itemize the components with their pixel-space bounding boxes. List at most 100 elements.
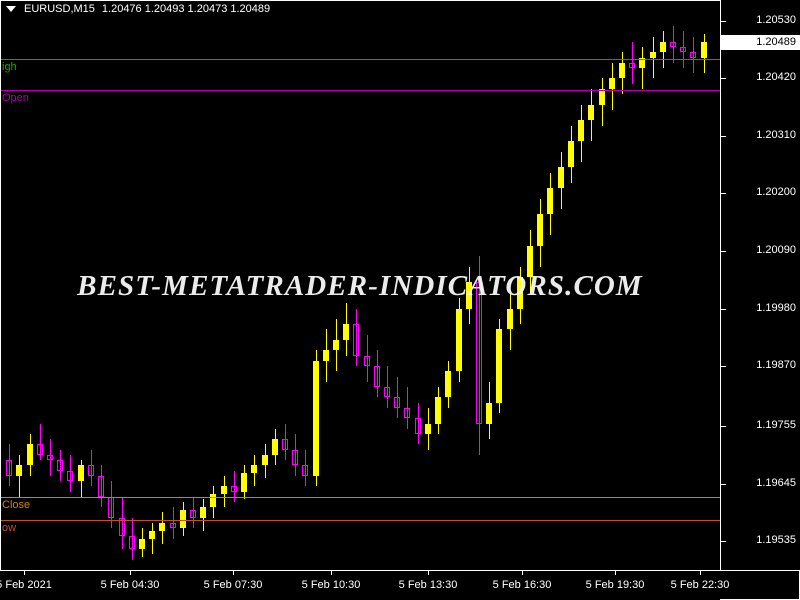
candle-body [313, 360, 319, 476]
candle-body [588, 104, 594, 121]
time-tick-label: 5 Feb 22:30 [670, 579, 730, 591]
candle-body [333, 339, 339, 351]
price-tick-label: 1.19755 [756, 419, 796, 431]
time-tick-mark [130, 571, 131, 575]
candle-body [16, 465, 22, 476]
candle-body [37, 444, 43, 455]
time-tick-mark [233, 571, 234, 575]
price-tick-label: 1.20310 [756, 129, 796, 141]
time-tick-mark [24, 571, 25, 575]
candle-body [27, 444, 33, 466]
price-tick-mark [721, 136, 726, 137]
level-line-close[interactable] [0, 497, 720, 498]
candle-body [425, 423, 431, 435]
candle-body [445, 371, 451, 398]
candle-body [139, 538, 145, 550]
time-tick-label: 5 Feb 07:30 [203, 579, 263, 591]
candle-body [98, 475, 104, 497]
time-tick-label: 5 Feb 13:30 [398, 579, 458, 591]
symbol-period-label: EURUSD,M15 [24, 3, 95, 15]
candle-body [415, 418, 421, 435]
candle-body [456, 308, 462, 372]
candle-body [374, 366, 380, 387]
candle-body [568, 141, 574, 168]
candle-body [517, 277, 523, 309]
chart-header: EURUSD,M15 1.20476 1.20493 1.20473 1.204… [6, 3, 270, 15]
candle-body [629, 62, 635, 68]
candle-body [88, 465, 94, 476]
frame-top [0, 0, 800, 1]
level-line-open[interactable] [0, 90, 720, 91]
candle-body [435, 397, 441, 424]
level-label-close: Close [2, 499, 31, 511]
candle-body [527, 245, 533, 278]
triangle-down-icon[interactable] [6, 6, 16, 12]
time-scale[interactable]: 5 Feb 2021 5 Feb 04:30 5 Feb 07:30 5 Feb 10… [0, 571, 729, 600]
candle-wick [19, 454, 20, 497]
candle-body [67, 470, 73, 482]
candle-body [507, 308, 513, 330]
candle-body [486, 402, 492, 424]
candle-wick [653, 36, 654, 79]
price-tick-label: 1.20530 [756, 14, 796, 26]
time-tick-mark [331, 571, 332, 575]
price-tick-label: 1.19645 [756, 477, 796, 489]
price-tick-label: 1.19870 [756, 359, 796, 371]
candle-body [701, 42, 707, 58]
level-label-high: igh [2, 61, 17, 73]
candle-body [384, 386, 390, 398]
candle-body [47, 454, 53, 461]
candle-body [129, 536, 135, 550]
time-tick-mark [522, 571, 523, 575]
candle-body [578, 120, 584, 142]
frame-left [0, 0, 1, 600]
candle-body [404, 407, 410, 419]
candle-body [537, 214, 543, 246]
price-tick-mark [721, 484, 726, 485]
candle-body [78, 465, 84, 482]
candle-body [180, 509, 186, 529]
candle-body [251, 465, 257, 474]
candle-body [282, 439, 288, 450]
candle-body [599, 88, 605, 105]
candle-body [343, 324, 349, 340]
price-chart-plot-area[interactable]: igh Open Close ow BEST-METATRADER-INDICATOR… [0, 0, 720, 570]
time-tick-label: 5 Feb 19:30 [585, 579, 645, 591]
candle-body [57, 460, 63, 471]
candle-body [496, 329, 502, 403]
candle-body [558, 167, 564, 189]
candle-body [660, 41, 666, 53]
price-tick-mark [721, 366, 726, 367]
price-tick-mark [721, 309, 726, 310]
time-tick-mark [700, 571, 701, 575]
price-tick-mark [721, 426, 726, 427]
candle-body [190, 509, 196, 518]
candle-body [159, 522, 165, 531]
candle-body [200, 507, 206, 518]
candle-body [364, 355, 370, 367]
price-tick-label: 1.20200 [756, 186, 796, 198]
level-line-low[interactable] [0, 520, 720, 521]
candle-wick [642, 47, 643, 89]
candle-body [108, 496, 114, 518]
price-tick-label: 1.19980 [756, 302, 796, 314]
ohlc-values-label: 1.20476 1.20493 1.20473 1.20489 [101, 3, 271, 15]
candle-body [466, 282, 472, 309]
price-tick-mark [721, 193, 726, 194]
time-tick-label: 5 Feb 04:30 [100, 579, 160, 591]
candle-body [547, 188, 553, 215]
candle-body [323, 350, 329, 361]
candle-body [353, 324, 359, 356]
level-line-high[interactable] [0, 59, 720, 60]
candle-body [262, 454, 268, 466]
time-tick-label: 5 Feb 16:30 [492, 579, 552, 591]
candle-wick [152, 522, 153, 555]
price-tick-label: 1.20420 [756, 71, 796, 83]
candle-body [609, 78, 615, 89]
price-scale[interactable]: 1.20530 1.20420 1.20310 1.20200 1.20090 1.199… [721, 0, 800, 570]
candle-body [680, 47, 686, 53]
candle-body [394, 397, 400, 408]
candle-body [231, 486, 237, 492]
candle-body [690, 52, 696, 58]
candle-body [221, 486, 227, 495]
